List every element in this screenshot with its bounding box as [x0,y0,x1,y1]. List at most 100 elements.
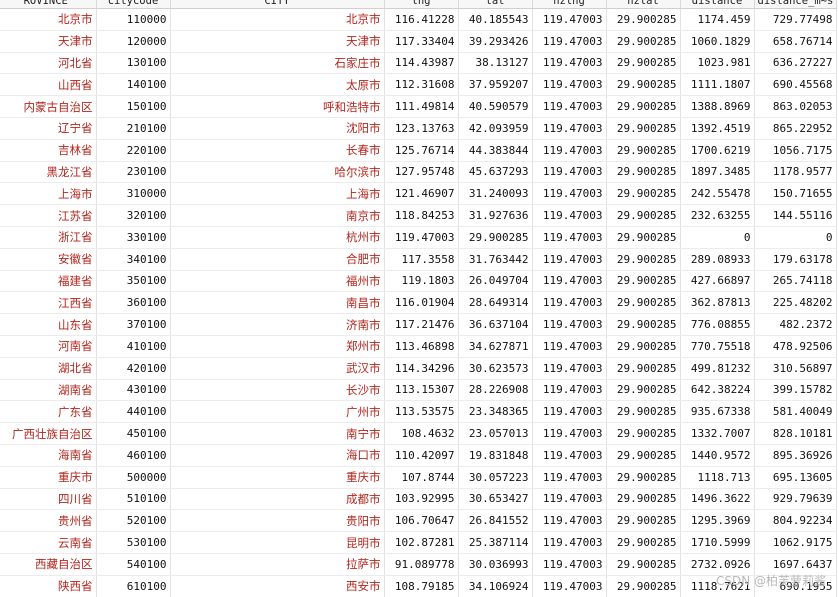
cell-citycode[interactable]: 540100 [96,553,171,576]
cell-lat[interactable]: 37.959207 [458,73,533,97]
cell-distance[interactable]: 1897.3485 [680,161,755,184]
cell-distance-miles[interactable]: 1697.6437 [754,553,837,576]
cell-city[interactable]: 杭州市 [170,226,385,249]
cell-lat[interactable]: 28.649314 [458,291,533,315]
cell-distance[interactable]: 1440.9572 [680,444,755,467]
cell-distance[interactable]: 1700.6219 [680,139,755,162]
cell-distance[interactable]: 1111.1807 [680,73,755,97]
cell-citycode[interactable]: 420100 [96,357,171,380]
cell-hzlat[interactable]: 29.900285 [606,509,681,533]
cell-province[interactable]: 江西省 [0,291,97,315]
cell-lng[interactable]: 113.15307 [384,379,459,402]
cell-province[interactable]: 山东省 [0,313,97,336]
cell-citycode[interactable]: 210100 [96,117,171,140]
cell-citycode[interactable]: 330100 [96,226,171,249]
cell-hzlat[interactable]: 29.900285 [606,204,681,227]
cell-lng[interactable]: 114.43987 [384,52,459,75]
cell-hzlng[interactable]: 119.47003 [532,182,607,206]
cell-hzlat[interactable]: 29.900285 [606,117,681,140]
cell-hzlat[interactable]: 29.900285 [606,226,681,249]
cell-lat[interactable]: 34.106924 [458,575,533,597]
cell-province[interactable]: 辽宁省 [0,117,97,140]
table-row[interactable]: 上海市 310000 上海市 121.46907 31.240093 119.47003 2… [0,182,837,206]
cell-lat[interactable]: 36.637104 [458,313,533,336]
cell-distance-miles[interactable]: 310.56897 [754,357,837,380]
cell-province[interactable]: 广西壮族自治区 [0,422,97,445]
cell-hzlng[interactable]: 119.47003 [532,95,607,118]
cell-hzlat[interactable]: 29.900285 [606,444,681,467]
cell-hzlat[interactable]: 29.900285 [606,422,681,445]
cell-city[interactable]: 南京市 [170,204,385,227]
cell-lat[interactable]: 31.763442 [458,248,533,271]
cell-distance[interactable]: 1332.7007 [680,422,755,445]
cell-hzlat[interactable]: 29.900285 [606,379,681,402]
cell-distance[interactable]: 289.08933 [680,248,755,271]
cell-hzlng[interactable]: 119.47003 [532,117,607,140]
cell-hzlat[interactable]: 29.900285 [606,291,681,315]
cell-distance[interactable]: 776.08855 [680,313,755,336]
cell-distance[interactable]: 427.66897 [680,270,755,293]
cell-lng[interactable]: 110.42097 [384,444,459,467]
cell-hzlat[interactable]: 29.900285 [606,248,681,271]
cell-hzlat[interactable]: 29.900285 [606,73,681,97]
cell-hzlng[interactable]: 119.47003 [532,335,607,358]
cell-citycode[interactable]: 150100 [96,95,171,118]
cell-distance-miles[interactable]: 0 [754,226,837,249]
cell-distance[interactable]: 1023.981 [680,52,755,75]
cell-lng[interactable]: 117.21476 [384,313,459,336]
cell-lng[interactable]: 113.46898 [384,335,459,358]
cell-city[interactable]: 广州市 [170,400,385,424]
cell-citycode[interactable]: 310000 [96,182,171,206]
cell-distance-miles[interactable]: 828.10181 [754,422,837,445]
cell-lng[interactable]: 108.79185 [384,575,459,597]
table-row[interactable]: 广东省 440100 广州市 113.53575 23.348365 119.47003 2… [0,400,837,424]
table-row[interactable]: 河北省 130100 石家庄市 114.43987 38.13127 119.47003 2… [0,52,837,75]
cell-distance-miles[interactable]: 729.77498 [754,8,837,31]
cell-city[interactable]: 哈尔滨市 [170,161,385,184]
table-row[interactable]: 北京市 110000 北京市 116.41228 40.185543 119.47003 2… [0,8,837,31]
cell-hzlat[interactable]: 29.900285 [606,30,681,53]
cell-lng[interactable]: 108.4632 [384,422,459,445]
table-row[interactable]: 云南省 530100 昆明市 102.87281 25.387114 119.47003 2… [0,531,837,554]
cell-lng[interactable]: 114.34296 [384,357,459,380]
cell-hzlng[interactable]: 119.47003 [532,509,607,533]
cell-distance[interactable]: 642.38224 [680,379,755,402]
column-header-citycode[interactable]: citycode [96,0,171,9]
cell-province[interactable]: 陕西省 [0,575,97,597]
cell-province[interactable]: 浙江省 [0,226,97,249]
cell-province[interactable]: 内蒙古自治区 [0,95,97,118]
cell-citycode[interactable]: 430100 [96,379,171,402]
cell-distance-miles[interactable]: 863.02053 [754,95,837,118]
cell-lat[interactable]: 38.13127 [458,52,533,75]
cell-city[interactable]: 呼和浩特市 [170,95,385,118]
cell-hzlat[interactable]: 29.900285 [606,52,681,75]
cell-lat[interactable]: 26.841552 [458,509,533,533]
cell-city[interactable]: 南宁市 [170,422,385,445]
cell-hzlng[interactable]: 119.47003 [532,139,607,162]
cell-province[interactable]: 江苏省 [0,204,97,227]
cell-hzlat[interactable]: 29.900285 [606,95,681,118]
cell-citycode[interactable]: 360100 [96,291,171,315]
cell-distance-miles[interactable]: 690.45568 [754,73,837,97]
column-header-province[interactable]: ROVINCE [0,0,97,9]
table-row[interactable]: 湖北省 420100 武汉市 114.34296 30.623573 119.47003 2… [0,357,837,380]
cell-lng[interactable]: 121.46907 [384,182,459,206]
cell-province[interactable]: 黑龙江省 [0,161,97,184]
cell-city[interactable]: 拉萨市 [170,553,385,576]
cell-distance-miles[interactable]: 929.79639 [754,488,837,511]
cell-hzlng[interactable]: 119.47003 [532,379,607,402]
cell-city[interactable]: 长春市 [170,139,385,162]
cell-lat[interactable]: 44.383844 [458,139,533,162]
cell-distance[interactable]: 935.67338 [680,400,755,424]
table-row[interactable]: 吉林省 220100 长春市 125.76714 44.383844 119.47003 2… [0,139,837,162]
cell-citycode[interactable]: 220100 [96,139,171,162]
cell-lat[interactable]: 25.387114 [458,531,533,554]
cell-lng[interactable]: 111.49814 [384,95,459,118]
cell-lat[interactable]: 40.185543 [458,8,533,31]
cell-city[interactable]: 贵阳市 [170,509,385,533]
cell-citycode[interactable]: 370100 [96,313,171,336]
table-row[interactable]: 陕西省 610100 西安市 108.79185 34.106924 119.47003 2… [0,575,837,597]
table-row[interactable]: 安徽省 340100 合肥市 117.3558 31.763442 119.47003 29… [0,248,837,271]
cell-hzlng[interactable]: 119.47003 [532,553,607,576]
cell-lng[interactable]: 123.13763 [384,117,459,140]
